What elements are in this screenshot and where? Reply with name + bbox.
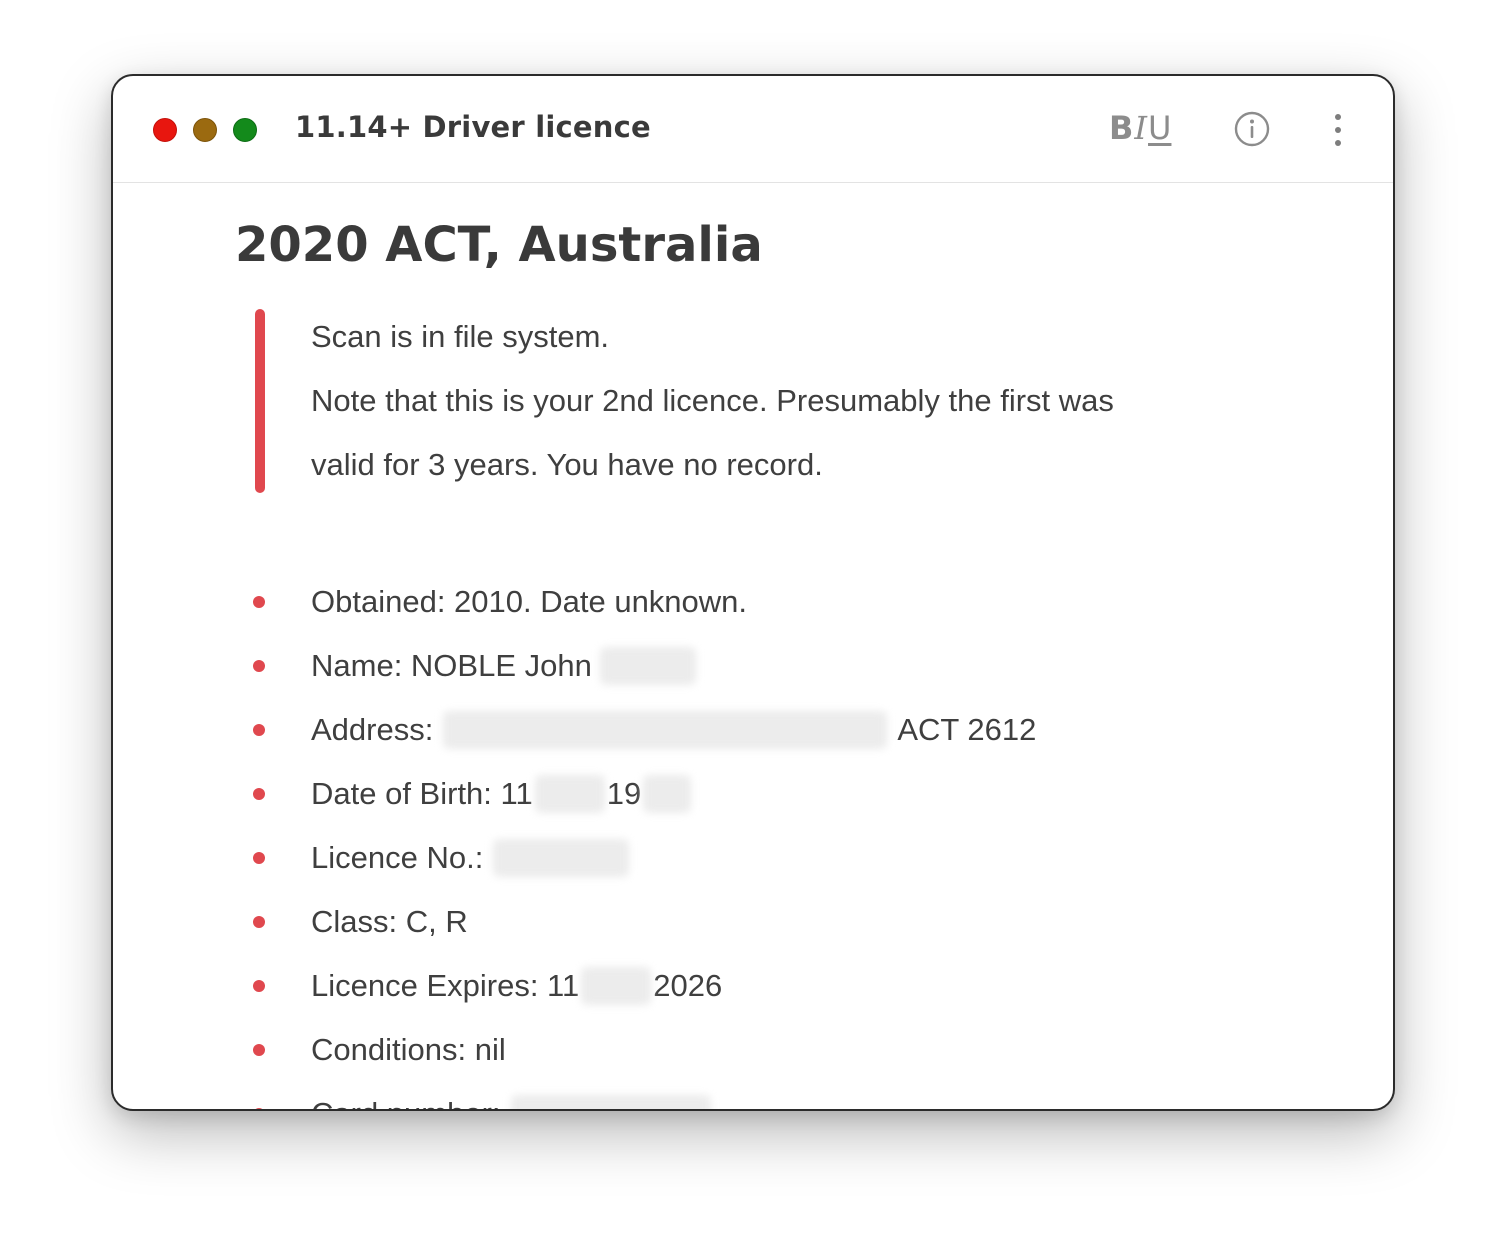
quote-line: Scan is in file system.	[311, 319, 610, 354]
bullet-dot	[253, 980, 265, 992]
list-item: Card number:	[113, 1092, 1113, 1109]
card-number-label: Card number:	[311, 1092, 501, 1109]
expires-label: Licence Expires: 11	[311, 968, 580, 1003]
expires-line: Licence Expires: 11 2026	[311, 964, 722, 1008]
licence-no-label: Licence No.:	[311, 840, 484, 875]
info-button[interactable]	[1234, 111, 1270, 147]
text-format-button[interactable]: B I U	[1109, 106, 1171, 150]
dob-year-prefix: 19	[606, 776, 642, 811]
address-label: Address:	[311, 712, 434, 747]
title-bar: 11.14+ Driver licence B I U	[113, 76, 1393, 183]
bullet-dot	[253, 916, 265, 928]
more-options-button[interactable]	[1325, 111, 1351, 149]
list-item: Name: NOBLE John	[113, 644, 1113, 688]
redacted-value	[581, 967, 652, 1005]
bullet-dot	[253, 660, 265, 672]
window-title: 11.14+ Driver licence	[295, 110, 651, 144]
list-item: Obtained: 2010. Date unknown.	[113, 580, 1113, 624]
redacted-value	[534, 775, 605, 813]
list-item: Date of Birth: 11 19	[113, 772, 1113, 816]
class-text: Class: C, R	[311, 904, 468, 939]
app-window: 11.14+ Driver licence B I U 2020 ACT, Au…	[111, 74, 1395, 1111]
bullet-dot	[253, 788, 265, 800]
document-heading: 2020 ACT, Australia	[235, 217, 763, 273]
maximize-window-button[interactable]	[233, 118, 257, 142]
name-text: Name: NOBLE John	[311, 648, 592, 683]
address-line: Address: ACT 2612	[311, 708, 1036, 752]
bold-label: B	[1109, 109, 1134, 147]
bullet-dot	[253, 852, 265, 864]
info-icon	[1234, 111, 1270, 147]
licence-no-line: Licence No.:	[311, 836, 630, 880]
list-item: Conditions: nil	[113, 1028, 1113, 1072]
list-item: Licence No.:	[113, 836, 1113, 880]
address-suffix: ACT 2612	[897, 712, 1037, 747]
conditions-text: Conditions: nil	[311, 1032, 506, 1067]
redacted-value	[643, 775, 692, 813]
bullet-dot	[253, 724, 265, 736]
minimize-window-button[interactable]	[193, 118, 217, 142]
obtained-text: Obtained: 2010. Date unknown.	[311, 584, 748, 619]
italic-label: I	[1134, 109, 1148, 147]
quote-line: Note that this is your 2nd licence. Pres…	[311, 383, 1114, 418]
close-window-button[interactable]	[153, 118, 177, 142]
expires-year: 2026	[653, 968, 723, 1003]
more-vertical-icon	[1335, 114, 1341, 146]
dob-line: Date of Birth: 11 19	[311, 772, 692, 816]
underline-label: U	[1148, 109, 1172, 147]
card-number-line: Card number:	[311, 1092, 711, 1109]
redacted-value	[599, 647, 696, 685]
list-item: Address: ACT 2612	[113, 708, 1113, 752]
quote-bar	[255, 309, 265, 493]
redacted-value	[443, 711, 888, 749]
quote-line: valid for 3 years. You have no record.	[311, 447, 823, 482]
dob-label: Date of Birth: 11	[311, 776, 533, 811]
list-item: Class: C, R	[113, 900, 1113, 944]
bullet-dot	[253, 596, 265, 608]
note-editor[interactable]: 2020 ACT, Australia Scan is in file syst…	[113, 183, 1393, 1109]
bullet-dot	[253, 1108, 265, 1109]
list-item: Licence Expires: 11 2026	[113, 964, 1113, 1008]
redacted-value	[493, 839, 630, 877]
redacted-value	[510, 1095, 711, 1109]
bullet-dot	[253, 1044, 265, 1056]
name-line: Name: NOBLE John	[311, 644, 696, 688]
